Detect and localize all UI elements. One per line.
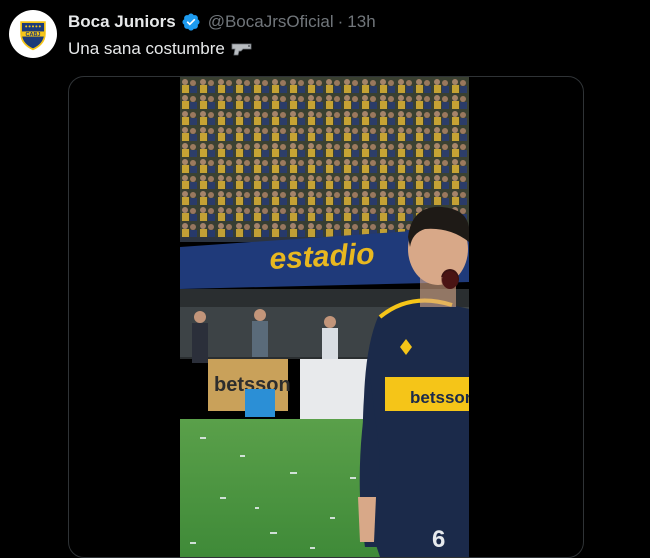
avatar[interactable]: CABJ <box>9 10 57 58</box>
media-container[interactable]: estadio betsson betsson 6 <box>68 76 584 558</box>
video-player[interactable]: estadio betsson betsson 6 <box>180 77 469 557</box>
shirt-sponsor-text: betsson <box>410 388 469 407</box>
verified-badge-icon[interactable] <box>181 12 201 32</box>
tweet-text-content: Una sana costumbre <box>68 39 225 58</box>
tweet[interactable]: CABJ Boca Juniors @BocaJrsOficial · 13h … <box>0 0 650 558</box>
jersey-number: 6 <box>432 526 445 553</box>
display-name[interactable]: Boca Juniors <box>68 11 176 33</box>
separator-dot: · <box>337 12 344 31</box>
user-handle[interactable]: @BocaJrsOficial <box>208 11 334 33</box>
banner-text: estadio <box>269 238 376 276</box>
water-pistol-icon <box>231 42 253 56</box>
post-time[interactable]: 13h <box>347 11 375 33</box>
avatar-text: CABJ <box>25 32 40 38</box>
tweet-text: Una sana costumbre <box>68 38 253 60</box>
video-frame-image: estadio betsson betsson 6 <box>180 77 469 557</box>
boca-crest-icon: CABJ <box>20 21 46 51</box>
tweet-header: Boca Juniors @BocaJrsOficial · 13h <box>68 11 376 33</box>
